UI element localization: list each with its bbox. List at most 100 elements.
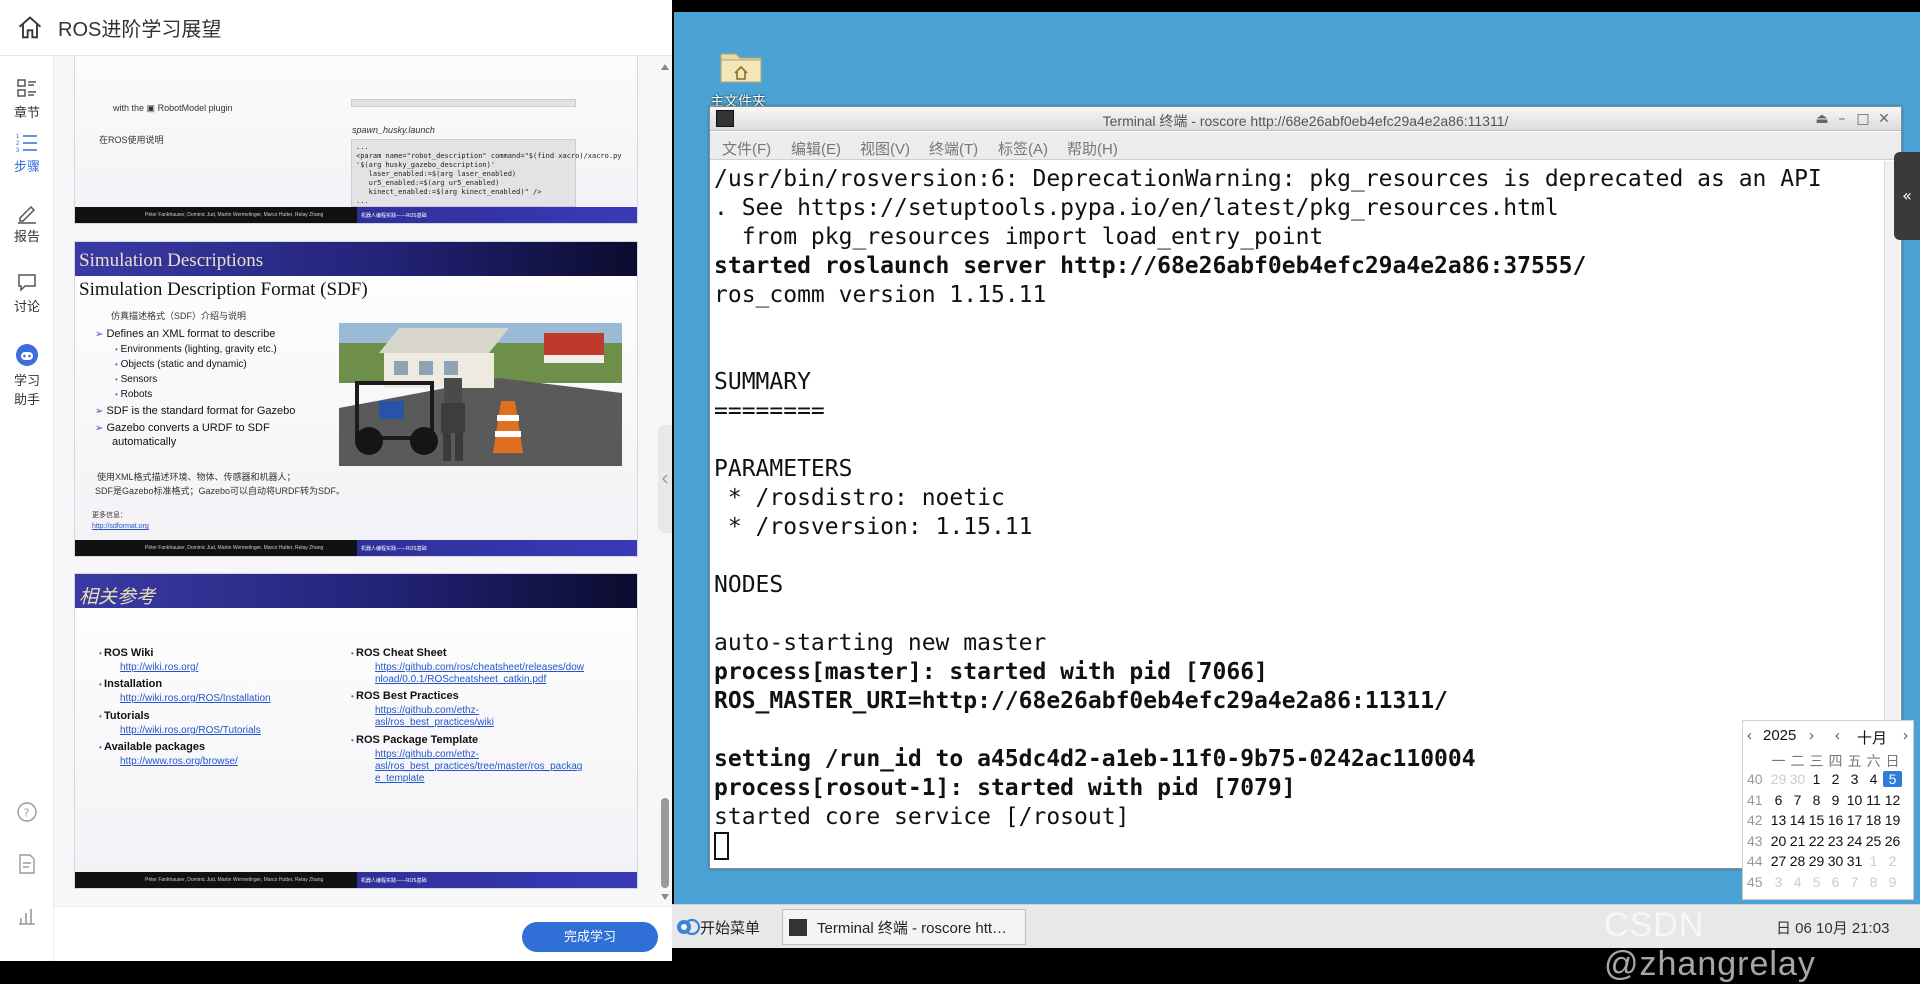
nav-chapters[interactable]: 章节 bbox=[0, 76, 54, 121]
next-month-icon[interactable]: › bbox=[1903, 727, 1908, 744]
bullet-7: ➢ Gazebo converts a URDF to SDF bbox=[95, 422, 270, 434]
ref-link-cheatsheet-1[interactable]: https://github.com/ros/cheatsheet/releas… bbox=[375, 662, 584, 674]
calendar-day[interactable]: 5 bbox=[1883, 771, 1902, 787]
calendar-day[interactable]: 11 bbox=[1864, 792, 1883, 808]
nav-steps[interactable]: 123 步骤 bbox=[0, 130, 54, 175]
menu-file[interactable]: 文件(F) bbox=[722, 138, 771, 159]
maximize-icon[interactable]: □ bbox=[1856, 112, 1870, 126]
calendar-day[interactable]: 25 bbox=[1864, 833, 1883, 849]
nav-report[interactable]: 报告 bbox=[0, 200, 54, 245]
calendar-day[interactable]: 27 bbox=[1769, 853, 1788, 869]
minimize-icon[interactable]: – bbox=[1835, 112, 1849, 126]
ref-link-ros-wiki[interactable]: http://wiki.ros.org/ bbox=[120, 662, 198, 674]
calendar-day[interactable]: 31 bbox=[1845, 853, 1864, 869]
menu-help[interactable]: 帮助(H) bbox=[1067, 138, 1118, 159]
calendar-day[interactable]: 24 bbox=[1845, 833, 1864, 849]
ref-link-installation[interactable]: http://wiki.ros.org/ROS/Installation bbox=[120, 693, 271, 705]
calendar-day[interactable]: 29 bbox=[1807, 853, 1826, 869]
calendar-day[interactable]: 4 bbox=[1864, 771, 1883, 787]
calendar-day[interactable]: 3 bbox=[1769, 874, 1788, 890]
help-icon[interactable]: ? bbox=[15, 800, 39, 824]
calendar-day[interactable]: 20 bbox=[1769, 833, 1788, 849]
prev-month-icon[interactable]: ‹ bbox=[1835, 727, 1840, 744]
calendar-day[interactable]: 3 bbox=[1845, 771, 1864, 787]
start-menu-button[interactable]: 开始菜单 bbox=[676, 915, 760, 939]
stats-icon[interactable] bbox=[15, 904, 39, 928]
calendar-day[interactable]: 17 bbox=[1845, 812, 1864, 828]
menu-tabs[interactable]: 标签(A) bbox=[998, 138, 1048, 159]
calendar-day[interactable]: 8 bbox=[1864, 874, 1883, 890]
nav-discussion[interactable]: 讨论 bbox=[0, 270, 54, 315]
home-folder-icon[interactable] bbox=[718, 46, 764, 86]
close-icon[interactable]: ✕ bbox=[1877, 112, 1891, 126]
calendar-day[interactable]: 12 bbox=[1883, 792, 1902, 808]
calendar-day[interactable]: 2 bbox=[1883, 853, 1902, 869]
scroll-down-arrow-icon[interactable] bbox=[661, 894, 669, 900]
slide-footer: Péter Fankhauser, Dominic Jud, Martin We… bbox=[75, 872, 637, 888]
calendar-day[interactable]: 22 bbox=[1807, 833, 1826, 849]
ref-link-template-3[interactable]: e_template bbox=[375, 773, 424, 785]
calendar-day[interactable]: 6 bbox=[1826, 874, 1845, 890]
calendar-day[interactable]: 21 bbox=[1788, 833, 1807, 849]
ref-head-text: ROS Wiki bbox=[104, 647, 154, 659]
calendar-day[interactable]: 23 bbox=[1826, 833, 1845, 849]
ref-head-text: ROS Package Template bbox=[356, 734, 479, 746]
calendar-day[interactable]: 7 bbox=[1845, 874, 1864, 890]
terminal-prompt[interactable] bbox=[714, 832, 1884, 862]
calendar-day[interactable]: 15 bbox=[1807, 812, 1826, 828]
calendar-day[interactable]: 9 bbox=[1826, 792, 1845, 808]
menu-view[interactable]: 视图(V) bbox=[860, 138, 910, 159]
calendar-day[interactable]: 14 bbox=[1788, 812, 1807, 828]
bullet-1: ➢ Defines an XML format to describe bbox=[95, 328, 275, 340]
arrow-bullet-icon: ➢ bbox=[95, 406, 104, 417]
document-icon[interactable] bbox=[15, 852, 39, 876]
nav-chapters-label: 章节 bbox=[13, 105, 40, 120]
ref-link-packages[interactable]: http://www.ros.org/browse/ bbox=[120, 756, 238, 768]
calendar-day[interactable]: 26 bbox=[1883, 833, 1902, 849]
calendar-week-number: 45 bbox=[1747, 873, 1763, 890]
calendar-day[interactable]: 8 bbox=[1807, 792, 1826, 808]
scroll-thumb[interactable] bbox=[661, 798, 669, 888]
next-year-icon[interactable]: › bbox=[1809, 727, 1814, 744]
calendar-day[interactable]: 28 bbox=[1788, 853, 1807, 869]
calendar-day[interactable]: 19 bbox=[1883, 812, 1902, 828]
calendar-day[interactable]: 4 bbox=[1788, 874, 1807, 890]
calendar-day[interactable]: 29 bbox=[1769, 771, 1788, 787]
calendar-day[interactable]: 9 bbox=[1883, 874, 1902, 890]
menu-edit[interactable]: 编辑(E) bbox=[791, 138, 841, 159]
terminal-output[interactable]: /usr/bin/rosversion:6: DeprecationWarnin… bbox=[714, 165, 1884, 865]
taskbar-terminal-item[interactable]: Terminal 终端 - roscore htt… bbox=[782, 909, 1026, 945]
terminal-window[interactable]: Terminal 终端 - roscore http://68e26abf0eb… bbox=[709, 106, 1902, 869]
home-icon[interactable] bbox=[16, 14, 44, 42]
calendar-day[interactable]: 2 bbox=[1826, 771, 1845, 787]
sdformat-link[interactable]: http://sdformat.org bbox=[92, 521, 149, 533]
ref-link-template-2[interactable]: asl/ros_best_practices/tree/master/ros_p… bbox=[375, 761, 582, 773]
ref-link-tutorials[interactable]: http://wiki.ros.org/ROS/Tutorials bbox=[120, 725, 261, 737]
shade-icon[interactable]: ⏏ bbox=[1815, 112, 1829, 126]
complete-learning-button[interactable]: 完成学习 bbox=[522, 922, 658, 952]
calendar-day[interactable]: 30 bbox=[1826, 853, 1845, 869]
slides-scroll-area[interactable]: with the ▣ RobotModel plugin 在ROS使用说明 sp… bbox=[54, 56, 672, 906]
nav-assistant[interactable]: 学习 助手 bbox=[0, 342, 54, 408]
terminal-titlebar[interactable]: Terminal 终端 - roscore http://68e26abf0eb… bbox=[710, 107, 1901, 131]
calendar-day[interactable]: 10 bbox=[1845, 792, 1864, 808]
calendar-day[interactable]: 16 bbox=[1826, 812, 1845, 828]
ref-link-best-practices-2[interactable]: asl/ros_best_practices/wiki bbox=[375, 717, 494, 729]
calendar-day[interactable]: 6 bbox=[1769, 792, 1788, 808]
calendar-day[interactable]: 7 bbox=[1788, 792, 1807, 808]
calendar-day[interactable]: 13 bbox=[1769, 812, 1788, 828]
calendar-day[interactable]: 5 bbox=[1807, 874, 1826, 890]
calendar-day[interactable]: 1 bbox=[1807, 771, 1826, 787]
ref-link-template-1[interactable]: https://github.com/ethz- bbox=[375, 749, 479, 761]
scroll-up-arrow-icon[interactable] bbox=[661, 64, 669, 70]
prev-year-icon[interactable]: ‹ bbox=[1747, 727, 1752, 744]
panel-collapse-tab[interactable] bbox=[658, 425, 672, 533]
menu-terminal[interactable]: 终端(T) bbox=[929, 138, 978, 159]
calendar-day[interactable]: 1 bbox=[1864, 853, 1883, 869]
chat-bubble-icon bbox=[18, 274, 36, 292]
side-panel-toggle[interactable]: « bbox=[1894, 152, 1920, 240]
ref-link-cheatsheet-2[interactable]: nload/0.0.1/ROScheatsheet_catkin.pdf bbox=[375, 674, 546, 686]
calendar-day[interactable]: 30 bbox=[1788, 771, 1807, 787]
calendar-day[interactable]: 18 bbox=[1864, 812, 1883, 828]
ref-link-best-practices-1[interactable]: https://github.com/ethz- bbox=[375, 705, 479, 717]
